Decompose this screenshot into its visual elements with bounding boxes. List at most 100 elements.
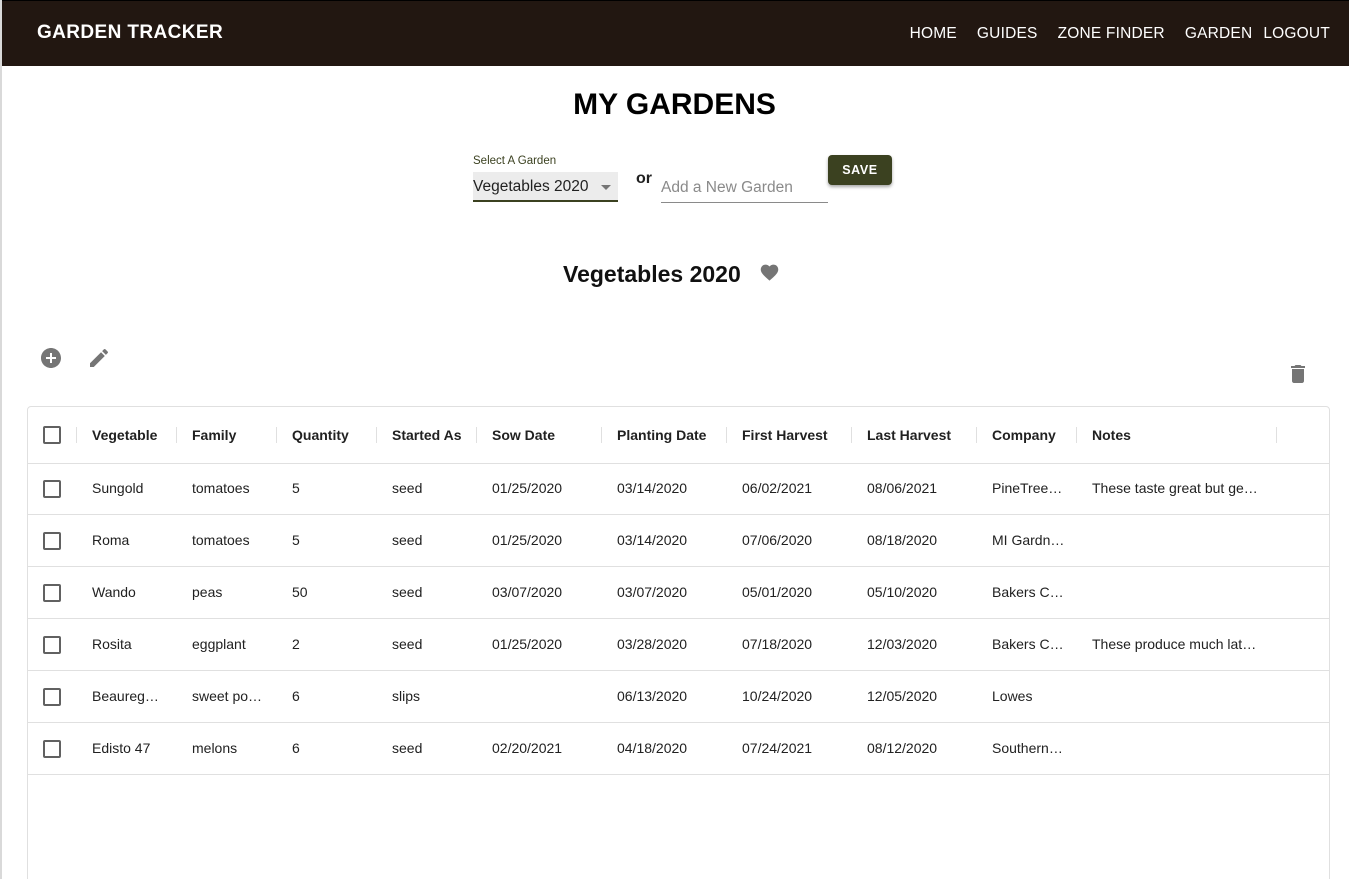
cell-started-as: slips <box>392 688 421 704</box>
garden-select-value: Vegetables 2020 <box>473 178 589 195</box>
cell-notes: These taste great but ge… <box>1092 480 1258 496</box>
column-separator[interactable] <box>176 427 177 443</box>
main-nav: HOME GUIDES ZONE FINDER GARDEN LOGOUT <box>890 25 1330 43</box>
nav-logout[interactable]: LOGOUT <box>1263 25 1330 43</box>
row-checkbox[interactable] <box>43 740 61 758</box>
column-separator[interactable] <box>476 427 477 443</box>
cell-vegetable: Roma <box>92 532 130 548</box>
table-row[interactable]: Roma tomatoes 5 seed 01/25/2020 03/14/20… <box>28 515 1329 567</box>
cell-quantity: 2 <box>292 636 300 652</box>
cell-sow-date: 01/25/2020 <box>492 480 563 496</box>
cell-first-harvest: 07/24/2021 <box>742 740 813 756</box>
trash-icon[interactable] <box>1286 362 1310 386</box>
cell-family: tomatoes <box>192 480 250 496</box>
column-separator[interactable] <box>1276 427 1277 443</box>
column-header[interactable]: Planting Date <box>617 427 722 443</box>
column-separator[interactable] <box>851 427 852 443</box>
save-button[interactable]: SAVE <box>828 155 892 185</box>
cell-vegetable: Wando <box>92 584 136 600</box>
nav-garden[interactable]: GARDEN <box>1185 25 1253 43</box>
cell-company: Bakers C… <box>992 636 1064 652</box>
column-separator[interactable] <box>1076 427 1077 443</box>
cell-family: sweet po… <box>192 688 263 704</box>
cell-started-as: seed <box>392 480 423 496</box>
garden-select-box[interactable]: Vegetables 2020 <box>473 172 618 202</box>
cell-last-harvest: 08/12/2020 <box>867 740 938 756</box>
cell-planting-date: 04/18/2020 <box>617 740 688 756</box>
garden-select[interactable]: Select A Garden Vegetables 2020 <box>473 155 618 203</box>
column-header[interactable]: Notes <box>1092 427 1272 443</box>
column-header[interactable]: First Harvest <box>742 427 847 443</box>
column-separator[interactable] <box>726 427 727 443</box>
cell-company: Bakers C… <box>992 584 1064 600</box>
cell-started-as: seed <box>392 532 423 548</box>
column-separator[interactable] <box>976 427 977 443</box>
garden-select-label: Select A Garden <box>473 155 557 167</box>
cell-company: Lowes <box>992 688 1033 704</box>
cell-planting-date: 03/28/2020 <box>617 636 688 652</box>
cell-sow-date: 01/25/2020 <box>492 636 563 652</box>
column-header[interactable]: Started As <box>392 427 472 443</box>
nav-guides[interactable]: GUIDES <box>977 25 1038 43</box>
cell-started-as: seed <box>392 636 423 652</box>
column-header[interactable]: Last Harvest <box>867 427 972 443</box>
table-row[interactable]: Wando peas 50 seed 03/07/2020 03/07/2020… <box>28 567 1329 619</box>
window-frame <box>0 0 2 879</box>
cell-first-harvest: 07/06/2020 <box>742 532 813 548</box>
column-separator[interactable] <box>376 427 377 443</box>
column-header[interactable]: Vegetable <box>92 427 172 443</box>
table-header: Vegetable Family Quantity Started As Sow… <box>28 407 1329 464</box>
add-circle-icon[interactable] <box>39 346 63 370</box>
cell-family: tomatoes <box>192 532 250 548</box>
heart-icon[interactable] <box>758 262 781 283</box>
table-row[interactable]: Sungold tomatoes 5 seed 01/25/2020 03/14… <box>28 463 1329 515</box>
cell-family: melons <box>192 740 238 756</box>
chevron-down-icon[interactable] <box>601 185 611 190</box>
cell-family: peas <box>192 584 223 600</box>
cell-quantity: 5 <box>292 532 300 548</box>
nav-zone-finder[interactable]: ZONE FINDER <box>1058 25 1165 43</box>
cell-planting-date: 06/13/2020 <box>617 688 688 704</box>
row-checkbox[interactable] <box>43 480 61 498</box>
cell-started-as: seed <box>392 584 423 600</box>
cell-vegetable: Rosita <box>92 636 132 652</box>
cell-sow-date: 01/25/2020 <box>492 532 563 548</box>
cell-quantity: 6 <box>292 740 300 756</box>
column-header[interactable]: Family <box>192 427 272 443</box>
table-row[interactable]: Edisto 47 melons 6 seed 02/20/2021 04/18… <box>28 723 1329 775</box>
row-checkbox[interactable] <box>43 636 61 654</box>
row-checkbox[interactable] <box>43 584 61 602</box>
table-row[interactable]: Beaureg… sweet po… 6 slips 06/13/2020 10… <box>28 671 1329 723</box>
row-checkbox[interactable] <box>43 688 61 706</box>
vegetable-table: Vegetable Family Quantity Started As Sow… <box>27 406 1330 879</box>
row-checkbox[interactable] <box>43 532 61 550</box>
cell-company: PineTree… <box>992 480 1063 496</box>
app-bar: GARDEN TRACKER HOME GUIDES ZONE FINDER G… <box>2 0 1349 66</box>
nav-home[interactable]: HOME <box>910 25 957 43</box>
or-label: or <box>636 170 652 187</box>
select-all-checkbox[interactable] <box>43 426 61 444</box>
column-header[interactable]: Quantity <box>292 427 372 443</box>
cell-vegetable: Edisto 47 <box>92 740 151 756</box>
cell-last-harvest: 08/06/2021 <box>867 480 938 496</box>
cell-planting-date: 03/14/2020 <box>617 480 688 496</box>
cell-last-harvest: 05/10/2020 <box>867 584 938 600</box>
column-separator[interactable] <box>76 427 77 443</box>
cell-first-harvest: 05/01/2020 <box>742 584 813 600</box>
column-header[interactable]: Company <box>992 427 1072 443</box>
cell-last-harvest: 12/05/2020 <box>867 688 938 704</box>
pencil-icon[interactable] <box>87 346 111 370</box>
cell-last-harvest: 08/18/2020 <box>867 532 938 548</box>
new-garden-input[interactable] <box>661 173 828 203</box>
cell-planting-date: 03/07/2020 <box>617 584 688 600</box>
column-separator[interactable] <box>601 427 602 443</box>
column-header[interactable]: Sow Date <box>492 427 597 443</box>
cell-vegetable: Sungold <box>92 480 144 496</box>
column-separator[interactable] <box>276 427 277 443</box>
table-row[interactable]: Rosita eggplant 2 seed 01/25/2020 03/28/… <box>28 619 1329 671</box>
cell-last-harvest: 12/03/2020 <box>867 636 938 652</box>
cell-quantity: 6 <box>292 688 300 704</box>
cell-quantity: 5 <box>292 480 300 496</box>
cell-quantity: 50 <box>292 584 308 600</box>
app-brand[interactable]: GARDEN TRACKER <box>37 22 223 44</box>
